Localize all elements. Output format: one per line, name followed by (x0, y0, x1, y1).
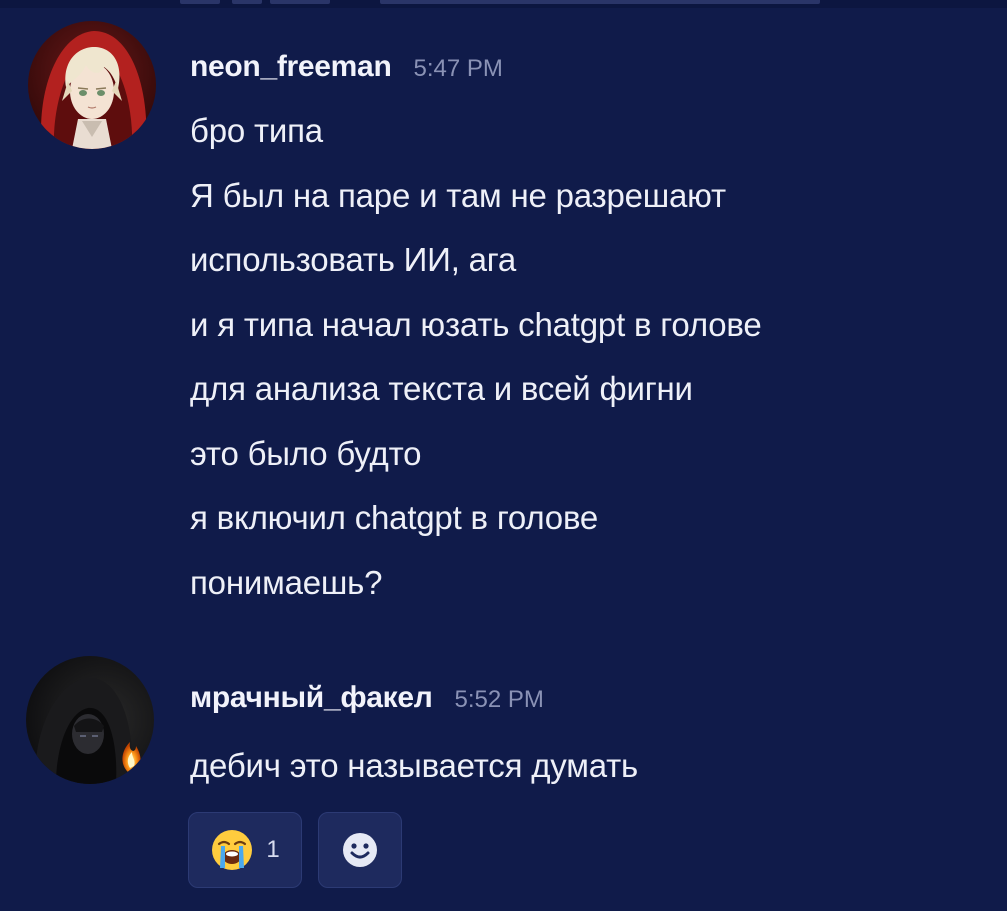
add-reaction-button[interactable] (318, 812, 402, 888)
reaction-bar: 1 (188, 812, 402, 888)
message-body: дебич это называется думать (190, 734, 638, 799)
timestamp: 5:52 PM (454, 686, 544, 713)
timestamp: 5:47 PM (413, 55, 503, 82)
message-line: Я был на паре и там не разрешают (190, 176, 726, 214)
chat-message: neon_freeman 5:47 PM бро типа Я был на п… (0, 0, 1007, 640)
message-line: для анализа текста и всей фигни (190, 370, 693, 407)
avatar[interactable] (28, 21, 156, 149)
chat-message: мрачный_факел 5:52 PM дебич это называет… (0, 640, 1007, 911)
username[interactable]: мрачный_факел (190, 681, 433, 715)
message-header: мрачный_факел 5:52 PM (190, 681, 544, 715)
anime-boy-red-hood-avatar-icon (28, 21, 156, 149)
message-body: бро типа Я был на паре и там не разрешаю… (190, 99, 762, 615)
reaction-count: 1 (266, 836, 280, 863)
message-line: понимаешь? (190, 563, 383, 601)
reaction-crying-face[interactable]: 1 (188, 812, 302, 888)
add-reaction-smiley-icon (343, 833, 377, 867)
loudly-crying-face-emoji-icon (212, 830, 253, 870)
message-line: использовать ИИ, ага (190, 241, 517, 278)
message-line: дебич это называется думать (190, 747, 639, 784)
message-line: я включил chatgpt в голове (190, 499, 599, 536)
username[interactable]: neon_freeman (190, 50, 392, 84)
message-line: и я типа начал юзать chatgpt в голове (190, 305, 762, 343)
message-line: бро типа (190, 112, 323, 149)
message-line: это было будто (190, 434, 422, 472)
avatar[interactable] (26, 656, 154, 784)
message-header: neon_freeman 5:47 PM (190, 50, 503, 84)
dark-hooded-figure-flame-avatar-icon (26, 656, 154, 784)
